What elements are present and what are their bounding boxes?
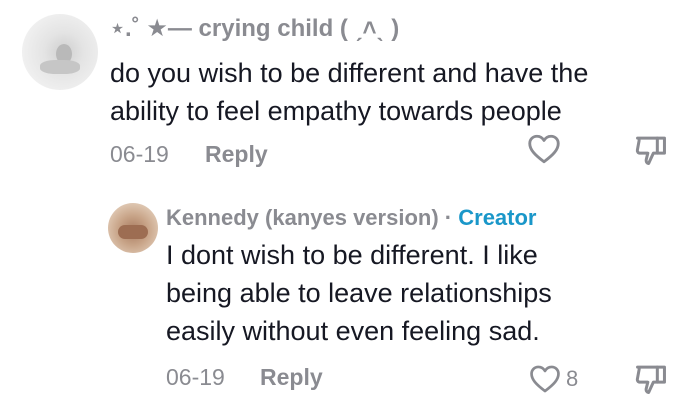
commenter-username[interactable]: ⋆.˚ ★— crying child ( ˏ˄ˎ ): [110, 14, 399, 43]
comment-text-line: do you wish to be different and have the: [110, 58, 589, 88]
heart-outline-icon[interactable]: [528, 362, 562, 396]
reply-text: I dont wish to be different. I like bein…: [166, 236, 666, 350]
comment-text: do you wish to be different and have the…: [110, 54, 680, 130]
reply-avatar[interactable]: [108, 203, 158, 253]
separator-dot: ·: [444, 205, 453, 230]
reply-username[interactable]: Kennedy (kanyes version): [166, 205, 439, 230]
creator-badge: Creator: [458, 205, 537, 230]
reply-text-line: I dont wish to be different. I like: [166, 240, 538, 270]
reply-username-line: Kennedy (kanyes version) · Creator: [166, 205, 537, 231]
avatar-photo-detail: [118, 225, 148, 239]
reply-button[interactable]: Reply: [260, 364, 323, 391]
comment-date: 06-19: [110, 141, 169, 167]
commenter-avatar[interactable]: [22, 14, 98, 90]
comment-text-line: ability to feel empathy towards people: [110, 96, 562, 126]
reply-text-line: being able to leave relationships: [166, 278, 552, 308]
thumb-down-outline-icon[interactable]: [632, 360, 670, 398]
avatar-figure-body: [40, 60, 80, 74]
reply-button[interactable]: Reply: [205, 141, 268, 168]
like-count: 8: [566, 366, 579, 391]
reply-date: 06-19: [166, 364, 225, 390]
thumb-down-outline-icon[interactable]: [632, 131, 670, 169]
reply-text-line: easily without even feeling sad.: [166, 316, 540, 346]
heart-outline-icon[interactable]: [526, 131, 562, 167]
